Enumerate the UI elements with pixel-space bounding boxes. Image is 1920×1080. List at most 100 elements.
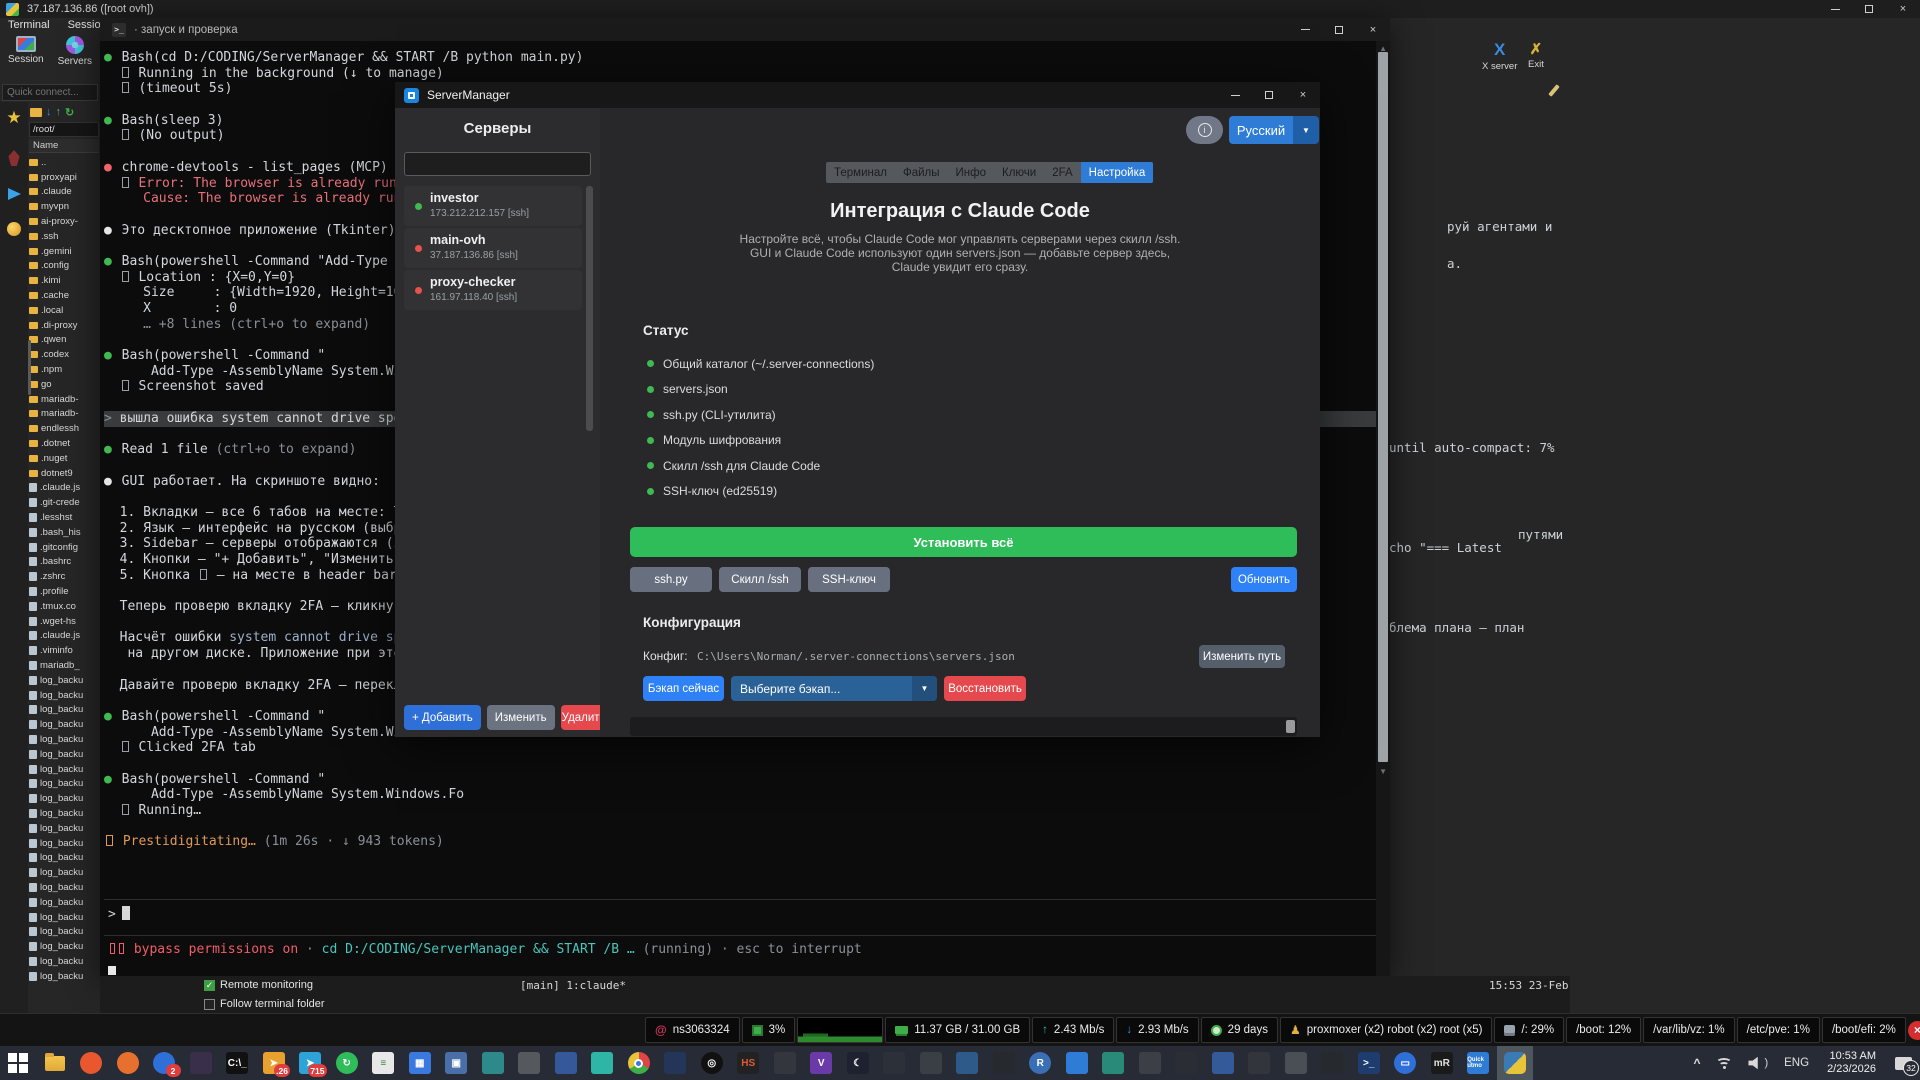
file-row[interactable]: .qwen: [29, 333, 99, 348]
taskbar-app-navy-icon[interactable]: [657, 1046, 694, 1080]
wifi-icon[interactable]: [1708, 1046, 1740, 1080]
file-row[interactable]: .gitconfig: [29, 540, 99, 555]
download-icon[interactable]: ↓: [46, 106, 52, 118]
taskbar-app-quick2-icon[interactable]: [1059, 1046, 1096, 1080]
close-button[interactable]: ×: [1886, 0, 1920, 18]
file-row[interactable]: ai-proxy-: [29, 214, 99, 229]
file-row[interactable]: .tmux.co: [29, 599, 99, 614]
follow-terminal-folder-checkbox[interactable]: Follow terminal folder: [204, 998, 325, 1010]
maximize-button[interactable]: [1852, 0, 1886, 18]
close-button[interactable]: ×: [1286, 86, 1320, 104]
file-row[interactable]: .ssh: [29, 229, 99, 244]
toolbar-servers-button[interactable]: Servers: [58, 36, 92, 82]
tool-icon[interactable]: [8, 150, 20, 166]
file-row[interactable]: log_backu: [29, 924, 99, 939]
file-row[interactable]: .git-crede: [29, 495, 99, 510]
file-row[interactable]: .dotnet: [29, 436, 99, 451]
taskbar-app-dark8-icon[interactable]: [1241, 1046, 1278, 1080]
taskbar-app-blue4-icon[interactable]: [1205, 1046, 1242, 1080]
tab-ключи[interactable]: Ключи: [994, 162, 1044, 183]
tray-expand-chevron-icon[interactable]: ^: [1685, 1046, 1708, 1080]
taskbar-sync-app-icon[interactable]: ↻: [329, 1046, 366, 1080]
tray-clock[interactable]: 10:53 AM 2/23/2026: [1817, 1050, 1886, 1076]
server-search-input[interactable]: [404, 152, 591, 176]
taskbar-file-explorer-icon[interactable]: [37, 1046, 74, 1080]
file-row[interactable]: .claude: [29, 185, 99, 200]
file-row[interactable]: mariadb-: [29, 407, 99, 422]
edit-pencil-icon[interactable]: [1548, 84, 1560, 97]
backup-now-button[interactable]: Бэкап сейчас: [643, 676, 724, 701]
exit-button[interactable]: ✗ Exit: [1528, 40, 1544, 70]
file-row[interactable]: mariadb-: [29, 392, 99, 407]
ssh-key-button[interactable]: SSH-ключ: [808, 567, 890, 592]
refresh-icon[interactable]: ↻: [65, 106, 74, 119]
file-row[interactable]: .config: [29, 259, 99, 274]
file-row[interactable]: log_backu: [29, 747, 99, 762]
file-row[interactable]: .profile: [29, 584, 99, 599]
taskbar-telegram-alt-icon[interactable]: ➤ .26: [256, 1046, 293, 1080]
folder-up-icon[interactable]: [30, 107, 42, 117]
taskbar-app-teal2-icon[interactable]: [1095, 1046, 1132, 1080]
taskbar-app-dark5-icon[interactable]: [986, 1046, 1023, 1080]
taskbar-obs-icon[interactable]: ◎: [694, 1046, 731, 1080]
file-row[interactable]: .claude.js: [29, 481, 99, 496]
x-server-button[interactable]: X X server: [1482, 40, 1517, 72]
taskbar-app-blue3-icon[interactable]: [949, 1046, 986, 1080]
taskbar-rstudio-app-icon[interactable]: R: [1022, 1046, 1059, 1080]
file-row[interactable]: log_backu: [29, 791, 99, 806]
menu-item-terminal[interactable]: Terminal: [8, 19, 50, 35]
taskbar-powershell-icon[interactable]: >_: [1351, 1046, 1388, 1080]
taskbar-python-icon[interactable]: [1496, 1046, 1533, 1080]
scrollbar-thumb[interactable]: [1378, 52, 1388, 762]
file-row[interactable]: log_backu: [29, 732, 99, 747]
file-row[interactable]: .bash_his: [29, 525, 99, 540]
taskbar-app-dark4-icon[interactable]: [913, 1046, 950, 1080]
file-row[interactable]: .viminfo: [29, 643, 99, 658]
speaker-icon[interactable]: [1740, 1046, 1776, 1080]
language-select[interactable]: Русский ▼: [1229, 116, 1319, 144]
file-row[interactable]: log_backu: [29, 880, 99, 895]
tab-2fa[interactable]: 2FA: [1044, 162, 1080, 183]
refresh-button[interactable]: Обновить: [1231, 567, 1297, 592]
file-row[interactable]: log_backu: [29, 836, 99, 851]
ball-icon[interactable]: [7, 222, 21, 236]
maximize-button[interactable]: [1252, 86, 1286, 104]
file-row[interactable]: .kimi: [29, 273, 99, 288]
telegram-plane-icon[interactable]: [7, 188, 21, 200]
file-row[interactable]: .codex: [29, 347, 99, 362]
change-path-button[interactable]: Изменить путь: [1199, 645, 1285, 668]
add-server-button[interactable]: + Добавить: [404, 705, 481, 730]
taskbar-hs-app-icon[interactable]: HS: [730, 1046, 767, 1080]
file-row[interactable]: log_backu: [29, 702, 99, 717]
file-row[interactable]: log_backu: [29, 762, 99, 777]
edit-server-button[interactable]: Изменить: [486, 705, 555, 730]
tab-терминал[interactable]: Терминал: [826, 162, 895, 183]
tab-настройка[interactable]: Настройка: [1080, 162, 1154, 183]
file-row[interactable]: .nuget: [29, 451, 99, 466]
maximize-button[interactable]: [1322, 21, 1356, 39]
file-row[interactable]: dotnet9: [29, 466, 99, 481]
file-row[interactable]: .wget-hs: [29, 614, 99, 629]
file-row[interactable]: .npm: [29, 362, 99, 377]
file-row[interactable]: .cache: [29, 288, 99, 303]
taskbar-thunderbird-icon[interactable]: 2: [146, 1046, 183, 1080]
tab-инфо[interactable]: Инфо: [948, 162, 994, 183]
scroll-down-icon[interactable]: ▼: [1379, 767, 1387, 776]
favorites-star-icon[interactable]: ★: [6, 108, 21, 128]
taskbar-telegram-icon[interactable]: ➤ 715: [292, 1046, 329, 1080]
file-row[interactable]: .local: [29, 303, 99, 318]
taskbar-app-teal-icon[interactable]: [475, 1046, 512, 1080]
path-input[interactable]: [29, 122, 99, 137]
file-row[interactable]: ..: [29, 155, 99, 170]
files-column-header[interactable]: Name: [29, 139, 99, 153]
taskbar-app-dark3-icon[interactable]: [876, 1046, 913, 1080]
terminal-scrollbar[interactable]: ▲ ▼: [1376, 41, 1390, 976]
taskbar-firefox-icon[interactable]: [110, 1046, 147, 1080]
taskbar-app-dark2-icon[interactable]: [767, 1046, 804, 1080]
keyboard-language[interactable]: ENG: [1776, 1046, 1817, 1080]
file-row[interactable]: log_backu: [29, 776, 99, 791]
tab-файлы[interactable]: Файлы: [895, 162, 948, 183]
taskbar-nekoray-icon[interactable]: [584, 1046, 621, 1080]
info-button[interactable]: i: [1186, 116, 1223, 144]
file-row[interactable]: log_backu: [29, 969, 99, 984]
